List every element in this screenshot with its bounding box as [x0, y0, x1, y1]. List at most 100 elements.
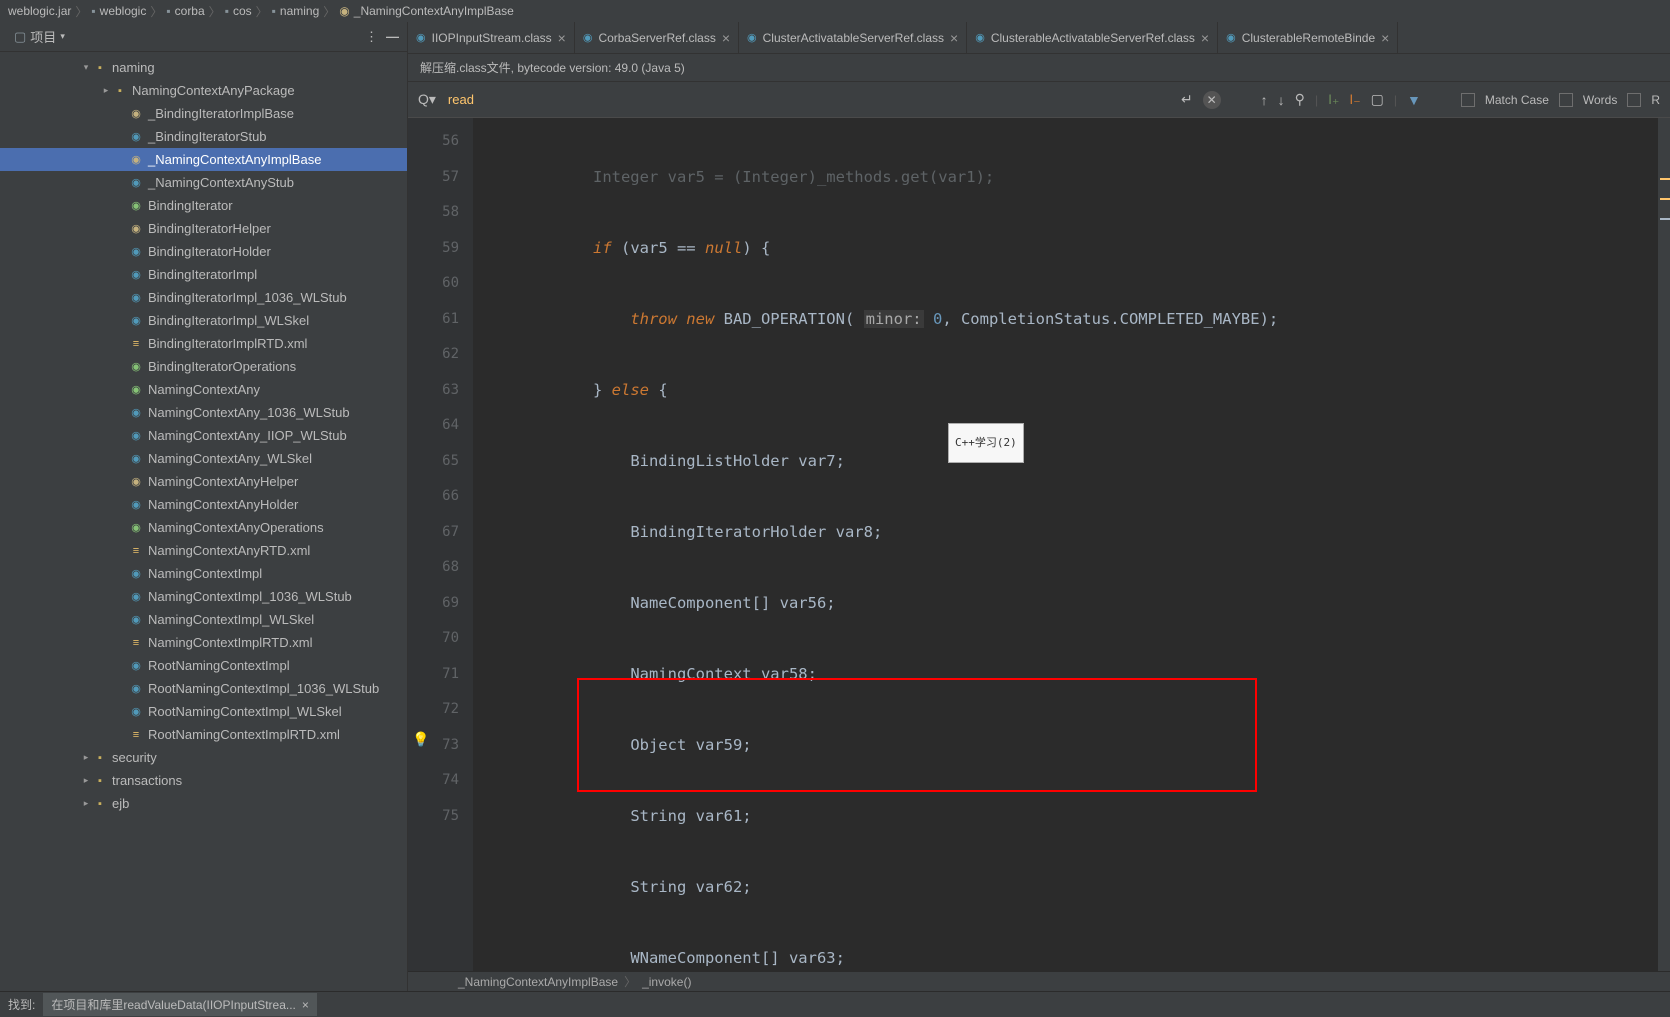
close-icon[interactable]: ×	[302, 998, 309, 1012]
line-number[interactable]: 56	[408, 124, 459, 160]
breadcrumb-item[interactable]: _NamingContextAnyImplBase	[354, 4, 514, 18]
close-icon[interactable]: ×	[558, 30, 566, 46]
code-editor[interactable]: 💡 56575859606162636465666768697071727374…	[408, 118, 1670, 971]
search-icon[interactable]: Q▾	[418, 91, 436, 108]
select-all-icon[interactable]: ⚲	[1295, 91, 1305, 108]
error-stripe[interactable]	[1658, 118, 1670, 971]
code-line[interactable]: Object var59;	[481, 728, 1670, 764]
line-number[interactable]: 65	[408, 444, 459, 480]
tree-item-bindingiterator[interactable]: ◉BindingIterator	[0, 194, 407, 217]
tree-item-rootnamingcontextimpl-1036-wlstub[interactable]: ◉RootNamingContextImpl_1036_WLStub	[0, 677, 407, 700]
close-icon[interactable]: ×	[950, 30, 958, 46]
tree-item--bindingiteratorimplbase[interactable]: ◉_BindingIteratorImplBase	[0, 102, 407, 125]
tree-item-namingcontextanyoperations[interactable]: ◉NamingContextAnyOperations	[0, 516, 407, 539]
filter-icon[interactable]: ▼	[1407, 92, 1421, 108]
line-number[interactable]: 57	[408, 160, 459, 196]
gutter[interactable]: 💡 56575859606162636465666768697071727374…	[408, 118, 473, 971]
close-icon[interactable]: ×	[722, 30, 730, 46]
code-line[interactable]: String var62;	[481, 870, 1670, 906]
tree-item-bindingiteratorimpl[interactable]: ◉BindingIteratorImpl	[0, 263, 407, 286]
line-number[interactable]: 64	[408, 408, 459, 444]
code-line[interactable]: BindingIteratorHolder var8;	[481, 515, 1670, 551]
line-number[interactable]: 63	[408, 373, 459, 409]
line-number[interactable]: 70	[408, 621, 459, 657]
breadcrumb-class[interactable]: _NamingContextAnyImplBase	[458, 975, 618, 989]
project-dropdown[interactable]: ▢ 项目 ▾	[8, 25, 71, 48]
tree-item-naming[interactable]: ▾▪naming	[0, 56, 407, 79]
editor-tab[interactable]: ◉CorbaServerRef.class×	[575, 22, 739, 53]
prev-match-icon[interactable]: ↑	[1261, 92, 1268, 108]
breadcrumb-item[interactable]: weblogic.jar	[8, 4, 71, 18]
newline-icon[interactable]: ↵	[1181, 91, 1193, 108]
project-tree[interactable]: ▾▪naming▸▪NamingContextAnyPackage◉_Bindi…	[0, 52, 407, 991]
tree-item-namingcontextany-1036-wlstub[interactable]: ◉NamingContextAny_1036_WLStub	[0, 401, 407, 424]
code-line[interactable]: NameComponent[] var56;	[481, 586, 1670, 622]
line-number[interactable]: 74	[408, 763, 459, 799]
code-line[interactable]: if (var5 == null) {	[481, 231, 1670, 267]
line-number[interactable]: 71	[408, 657, 459, 693]
close-icon[interactable]: ×	[1201, 30, 1209, 46]
find-results-tab[interactable]: 在项目和库里readValueData(IIOPInputStrea... ×	[43, 993, 317, 1016]
code-line[interactable]: String var61;	[481, 799, 1670, 835]
tree-item-rootnamingcontextimpl[interactable]: ◉RootNamingContextImpl	[0, 654, 407, 677]
minimize-icon[interactable]: —	[386, 29, 399, 44]
tree-item-namingcontextimplrtd-xml[interactable]: ≡NamingContextImplRTD.xml	[0, 631, 407, 654]
match-case-checkbox[interactable]	[1461, 93, 1475, 107]
tree-item-ejb[interactable]: ▸▪ejb	[0, 792, 407, 815]
tree-item-namingcontextany-iiop-wlstub[interactable]: ◉NamingContextAny_IIOP_WLStub	[0, 424, 407, 447]
line-number[interactable]: 68	[408, 550, 459, 586]
editor-breadcrumb[interactable]: _NamingContextAnyImplBase 〉 _invoke()	[408, 971, 1670, 991]
tree-item-security[interactable]: ▸▪security	[0, 746, 407, 769]
tree-item-namingcontextanyrtd-xml[interactable]: ≡NamingContextAnyRTD.xml	[0, 539, 407, 562]
tree-item-namingcontextanypackage[interactable]: ▸▪NamingContextAnyPackage	[0, 79, 407, 102]
tree-item-bindingiteratorhelper[interactable]: ◉BindingIteratorHelper	[0, 217, 407, 240]
tree-item-transactions[interactable]: ▸▪transactions	[0, 769, 407, 792]
clear-icon[interactable]: ✕	[1203, 91, 1221, 109]
next-match-icon[interactable]: ↓	[1278, 92, 1285, 108]
line-number[interactable]: 61	[408, 302, 459, 338]
line-number[interactable]: 75	[408, 799, 459, 835]
tree-item--namingcontextanystub[interactable]: ◉_NamingContextAnyStub	[0, 171, 407, 194]
settings-icon[interactable]: ⋮	[365, 29, 378, 45]
tree-item-namingcontextimpl[interactable]: ◉NamingContextImpl	[0, 562, 407, 585]
add-selection-icon[interactable]: I₊	[1328, 91, 1339, 108]
line-number[interactable]: 67	[408, 515, 459, 551]
tree-item-namingcontextany[interactable]: ◉NamingContextAny	[0, 378, 407, 401]
tree-item--namingcontextanyimplbase[interactable]: ◉_NamingContextAnyImplBase	[0, 148, 407, 171]
regex-checkbox[interactable]	[1627, 93, 1641, 107]
close-icon[interactable]: ×	[1381, 30, 1389, 46]
tree-item-namingcontextimpl-1036-wlstub[interactable]: ◉NamingContextImpl_1036_WLStub	[0, 585, 407, 608]
find-input[interactable]	[444, 88, 644, 111]
tree-item-namingcontextanyholder[interactable]: ◉NamingContextAnyHolder	[0, 493, 407, 516]
code-line[interactable]: WNameComponent[] var63;	[481, 941, 1670, 972]
tree-item-bindingiteratorholder[interactable]: ◉BindingIteratorHolder	[0, 240, 407, 263]
breadcrumb-item[interactable]: cos	[233, 4, 252, 18]
editor-tab[interactable]: ◉ClusterableRemoteBinde×	[1218, 22, 1398, 53]
intention-bulb-icon[interactable]: 💡	[412, 723, 426, 759]
tree-item-bindingiteratorimplrtd-xml[interactable]: ≡BindingIteratorImplRTD.xml	[0, 332, 407, 355]
line-number[interactable]: 69	[408, 586, 459, 622]
breadcrumb-item[interactable]: naming	[280, 4, 319, 18]
editor-tab[interactable]: ◉ClusterActivatableServerRef.class×	[739, 22, 967, 53]
tree-item-namingcontextany-wlskel[interactable]: ◉NamingContextAny_WLSkel	[0, 447, 407, 470]
tree-item-rootnamingcontextimplrtd-xml[interactable]: ≡RootNamingContextImplRTD.xml	[0, 723, 407, 746]
words-checkbox[interactable]	[1559, 93, 1573, 107]
editor-tab[interactable]: ◉ClusterableActivatableServerRef.class×	[967, 22, 1218, 53]
tree-item-bindingiteratorimpl-wlskel[interactable]: ◉BindingIteratorImpl_WLSkel	[0, 309, 407, 332]
line-number[interactable]: 59	[408, 231, 459, 267]
code-line[interactable]: Integer var5 = (Integer)_methods.get(var…	[481, 160, 1670, 196]
line-number[interactable]: 58	[408, 195, 459, 231]
breadcrumb-method[interactable]: _invoke()	[642, 975, 691, 989]
code-line[interactable]: NamingContext var58;	[481, 657, 1670, 693]
tree-item-bindingiteratorimpl-1036-wlstub[interactable]: ◉BindingIteratorImpl_1036_WLStub	[0, 286, 407, 309]
tree-item-rootnamingcontextimpl-wlskel[interactable]: ◉RootNamingContextImpl_WLSkel	[0, 700, 407, 723]
tree-item--bindingiteratorstub[interactable]: ◉_BindingIteratorStub	[0, 125, 407, 148]
line-number[interactable]: 60	[408, 266, 459, 302]
code-content[interactable]: Integer var5 = (Integer)_methods.get(var…	[473, 118, 1670, 971]
line-number[interactable]: 62	[408, 337, 459, 373]
remove-selection-icon[interactable]: I₋	[1349, 91, 1360, 108]
breadcrumb-item[interactable]: corba	[175, 4, 205, 18]
breadcrumb-item[interactable]: weblogic	[100, 4, 147, 18]
line-number[interactable]: 66	[408, 479, 459, 515]
editor-tab[interactable]: ◉IIOPInputStream.class×	[408, 22, 575, 53]
